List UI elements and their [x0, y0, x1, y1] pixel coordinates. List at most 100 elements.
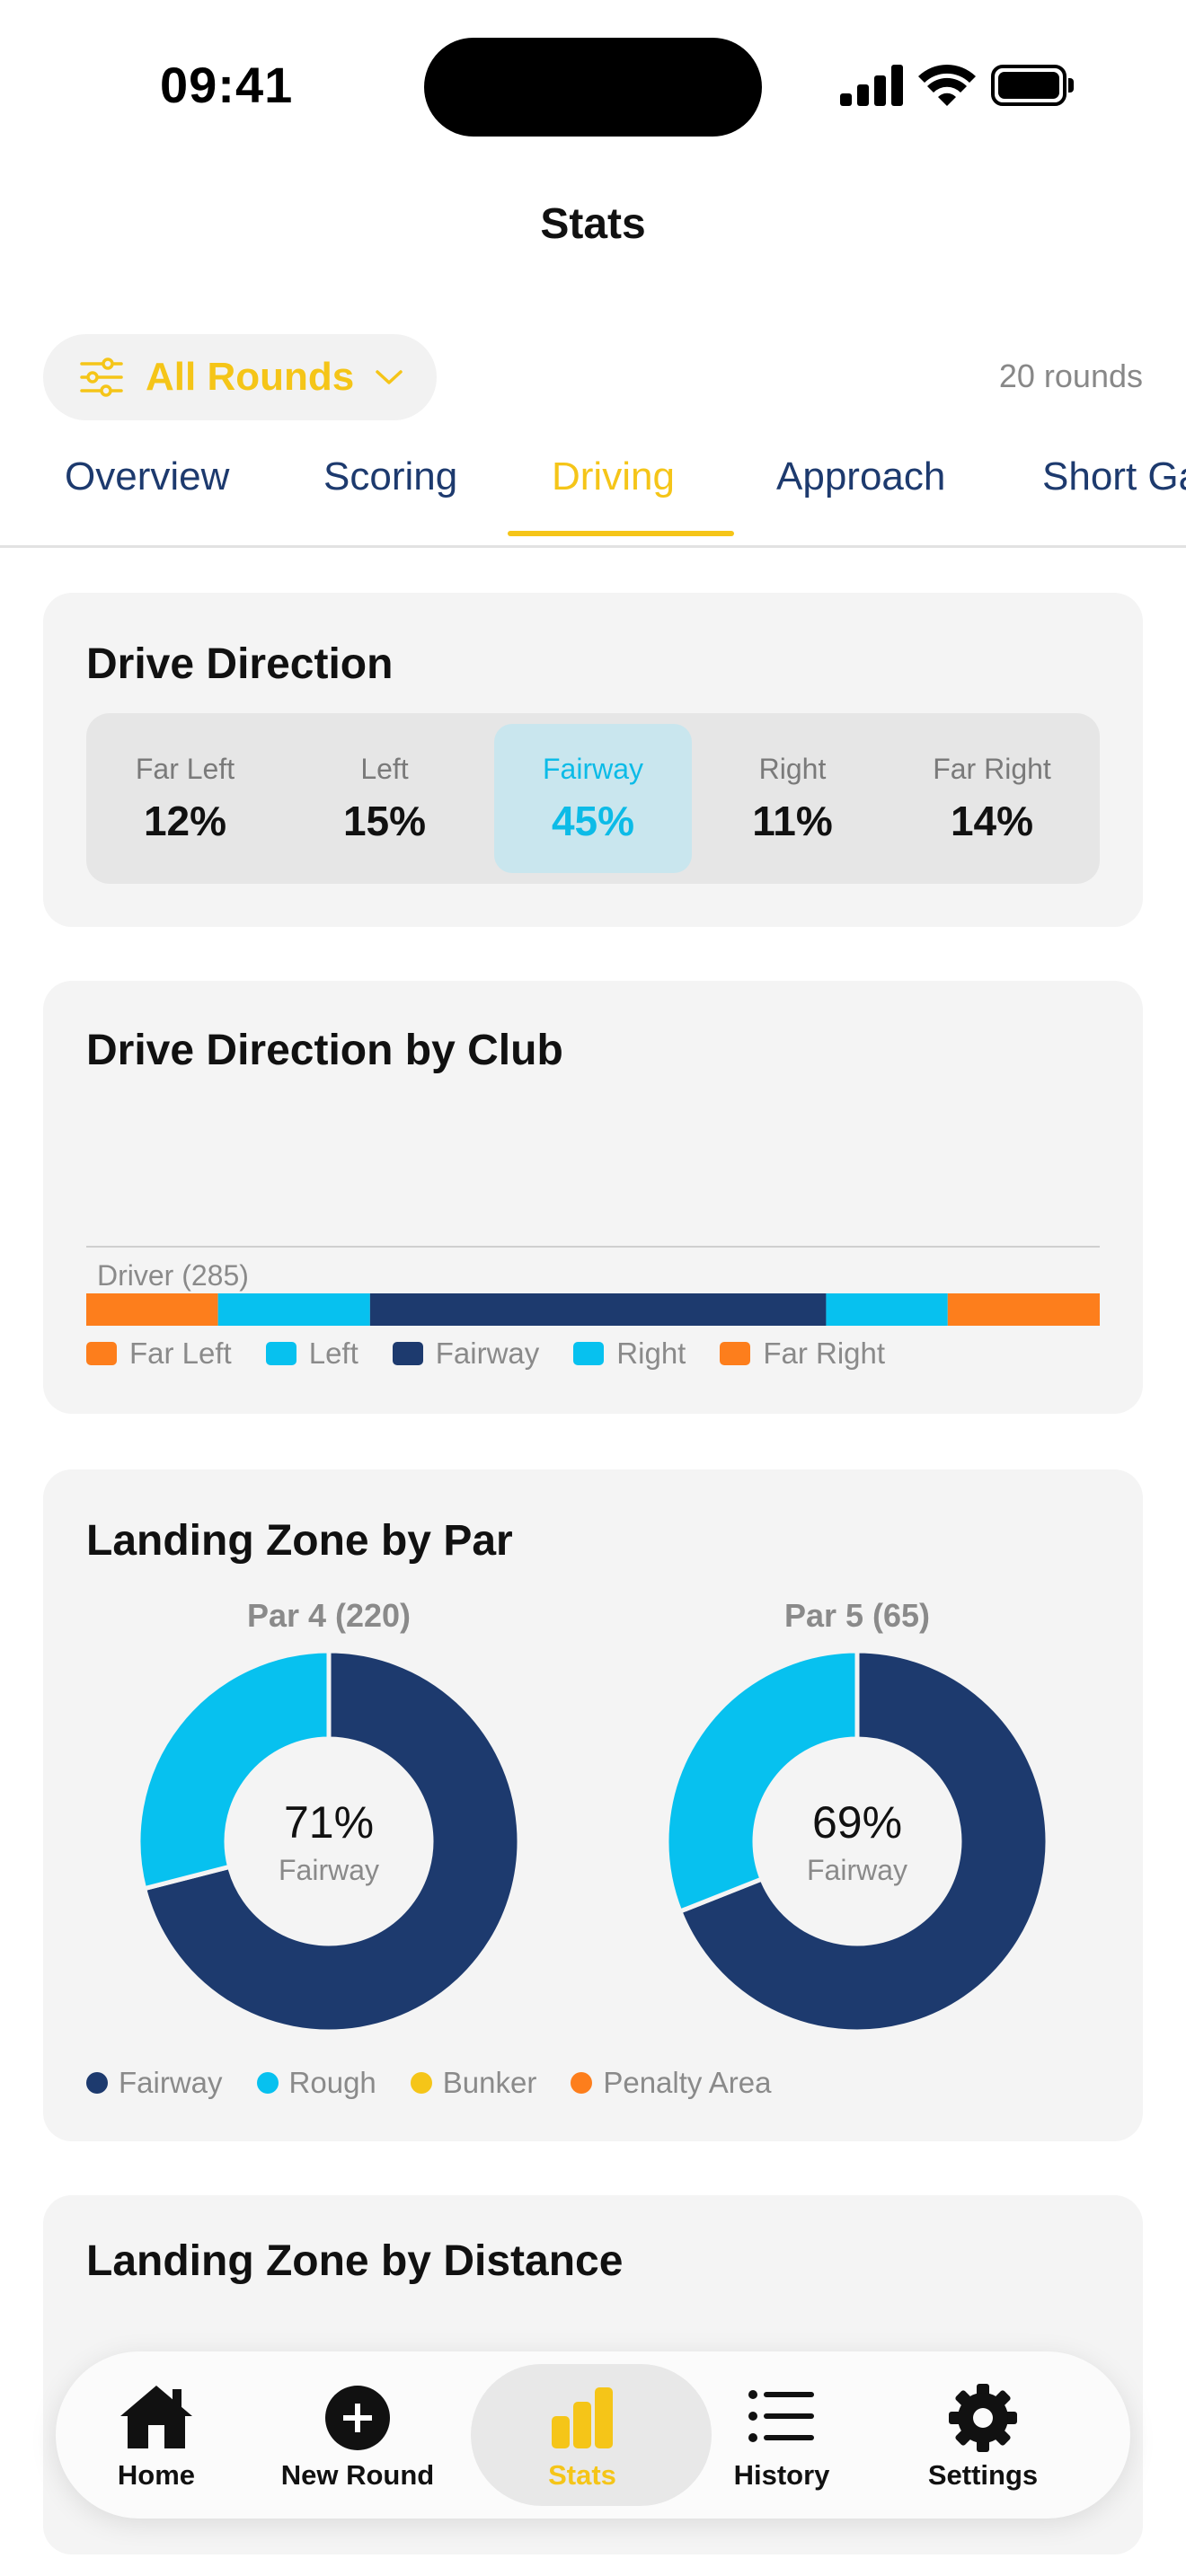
direction-label: Far Right: [933, 753, 1051, 785]
legend-swatch: [392, 1342, 423, 1365]
card-title: Landing Zone by Distance: [86, 2237, 624, 2285]
bottom-tab-bar: Home New Round Stats History Settings: [56, 2351, 1130, 2519]
legend-label: Right: [616, 1337, 686, 1370]
nav-stats[interactable]: Stats: [471, 2351, 712, 2519]
direction-right: Right 11%: [694, 724, 891, 873]
nav-label: Home: [117, 2459, 196, 2491]
direction-far-left: Far Left 12%: [86, 724, 284, 873]
legend-label: Fairway: [435, 1337, 540, 1370]
gear-icon: [949, 2384, 1017, 2452]
bar-segment-left: [217, 1293, 370, 1326]
direction-label: Fairway: [542, 753, 643, 785]
legend-dot: [571, 2072, 593, 2094]
tab-scoring[interactable]: Scoring: [323, 454, 457, 499]
direction-label: Right: [758, 753, 827, 785]
direction-value: 45%: [551, 798, 635, 844]
direction-value: 12%: [143, 798, 227, 844]
club-category-label: Driver (285): [97, 1259, 249, 1292]
card-title: Landing Zone by Par: [86, 1517, 513, 1565]
nav-home[interactable]: Home: [56, 2351, 257, 2519]
legend-label: Fairway: [119, 2066, 223, 2099]
dynamic-island: [424, 38, 762, 137]
nav-label: Settings: [927, 2459, 1039, 2491]
legend-label: Bunker: [442, 2066, 537, 2099]
active-tab-indicator: [508, 531, 734, 536]
legend-label: Far Left: [129, 1337, 232, 1370]
legend-label: Rough: [288, 2066, 376, 2099]
direction-value: 14%: [950, 798, 1034, 844]
tab-overview[interactable]: Overview: [65, 454, 229, 499]
direction-far-right: Far Right 14%: [893, 724, 1091, 873]
battery-icon: [991, 65, 1074, 106]
bar-segment-far-left: [86, 1293, 218, 1326]
legend-item: Fairway: [86, 2066, 223, 2100]
tab-driving[interactable]: Driving: [552, 454, 675, 499]
donut-title: Par 4 (220): [246, 1597, 412, 1634]
donut-title: Par 5 (65): [783, 1597, 931, 1634]
legend-item: Right: [573, 1337, 686, 1371]
status-time: 09:41: [160, 57, 294, 113]
plus-circle-icon: [325, 2386, 390, 2450]
sliders-icon: [80, 357, 123, 397]
drive-direction-card: Drive Direction Far Left 12% Left 15% Fa…: [43, 593, 1143, 927]
legend-item: Far Left: [86, 1337, 232, 1371]
direction-label: Far Left: [135, 753, 235, 785]
legend-swatch: [573, 1342, 605, 1365]
legend-swatch: [86, 1342, 117, 1365]
card-title: Drive Direction by Club: [86, 1027, 563, 1074]
nav-new-round[interactable]: New Round: [257, 2351, 458, 2519]
nav-label: New Round: [280, 2459, 435, 2491]
legend-item: Bunker: [410, 2066, 537, 2100]
donut-center-label: Fairway: [278, 1854, 379, 1886]
bar-chart-icon: [552, 2387, 613, 2448]
page-title: Stats: [540, 200, 646, 248]
legend-dot: [410, 2072, 432, 2094]
rounds-count: 20 rounds: [998, 357, 1143, 394]
filter-label: All Rounds: [146, 355, 355, 399]
nav-settings[interactable]: Settings: [882, 2351, 1084, 2519]
chevron-down-icon: [376, 370, 403, 384]
legend-dot: [256, 2072, 279, 2094]
legend-swatch: [265, 1342, 296, 1365]
direction-value: 15%: [342, 798, 427, 844]
home-icon: [120, 2386, 192, 2448]
donut-center-value: 71%: [283, 1797, 375, 1848]
legend-item: Fairway: [392, 1337, 540, 1371]
tab-approach[interactable]: Approach: [776, 454, 945, 499]
direction-fairway: Fairway 45%: [494, 724, 692, 873]
bar-segment-right: [826, 1293, 948, 1326]
landing-zone-par-card: Landing Zone by Par Par 4 (220) 71% Fair…: [43, 1469, 1143, 2141]
landing-zone-legend: Fairway Rough Bunker Penalty Area: [86, 2066, 805, 2100]
drive-by-club-chart: Driver (285): [86, 1246, 1100, 1326]
drive-by-club-legend: Far Left Left Fairway Right Far Right: [86, 1337, 919, 1371]
cellular-signal-icon: [840, 65, 903, 106]
legend-label: Penalty Area: [603, 2066, 772, 2099]
legend-label: Far Right: [763, 1337, 886, 1370]
drive-by-club-card: Drive Direction by Club Driver (285) Far…: [43, 981, 1143, 1414]
donut-center-value: 69%: [811, 1797, 903, 1848]
bar-segment-far-right: [947, 1293, 1100, 1326]
stats-tabs: Overview Scoring Driving Approach Short …: [0, 447, 1186, 548]
direction-value: 11%: [752, 798, 833, 844]
direction-label: Left: [360, 753, 409, 785]
legend-item: Penalty Area: [571, 2066, 771, 2100]
legend-item: Rough: [256, 2066, 376, 2100]
legend-item: Left: [265, 1337, 358, 1371]
legend-swatch: [720, 1342, 751, 1365]
legend-item: Far Right: [720, 1337, 885, 1371]
status-bar: 09:41: [0, 0, 1186, 171]
drive-direction-strip: Far Left 12% Left 15% Fairway 45% Right …: [86, 713, 1100, 884]
legend-label: Left: [308, 1337, 358, 1370]
donut-center-label: Fairway: [806, 1854, 907, 1886]
rounds-filter-button[interactable]: All Rounds: [43, 334, 437, 420]
wifi-icon: [918, 65, 976, 106]
nav-label: History: [733, 2459, 830, 2491]
bar-segment-fairway: [369, 1293, 827, 1326]
nav-label: Stats: [548, 2459, 616, 2491]
list-icon: [748, 2390, 814, 2442]
nav-history[interactable]: History: [681, 2351, 882, 2519]
legend-dot: [86, 2072, 108, 2094]
direction-left: Left 15%: [286, 724, 483, 873]
card-title: Drive Direction: [86, 640, 394, 688]
tab-short-game[interactable]: Short Game: [1042, 454, 1186, 499]
